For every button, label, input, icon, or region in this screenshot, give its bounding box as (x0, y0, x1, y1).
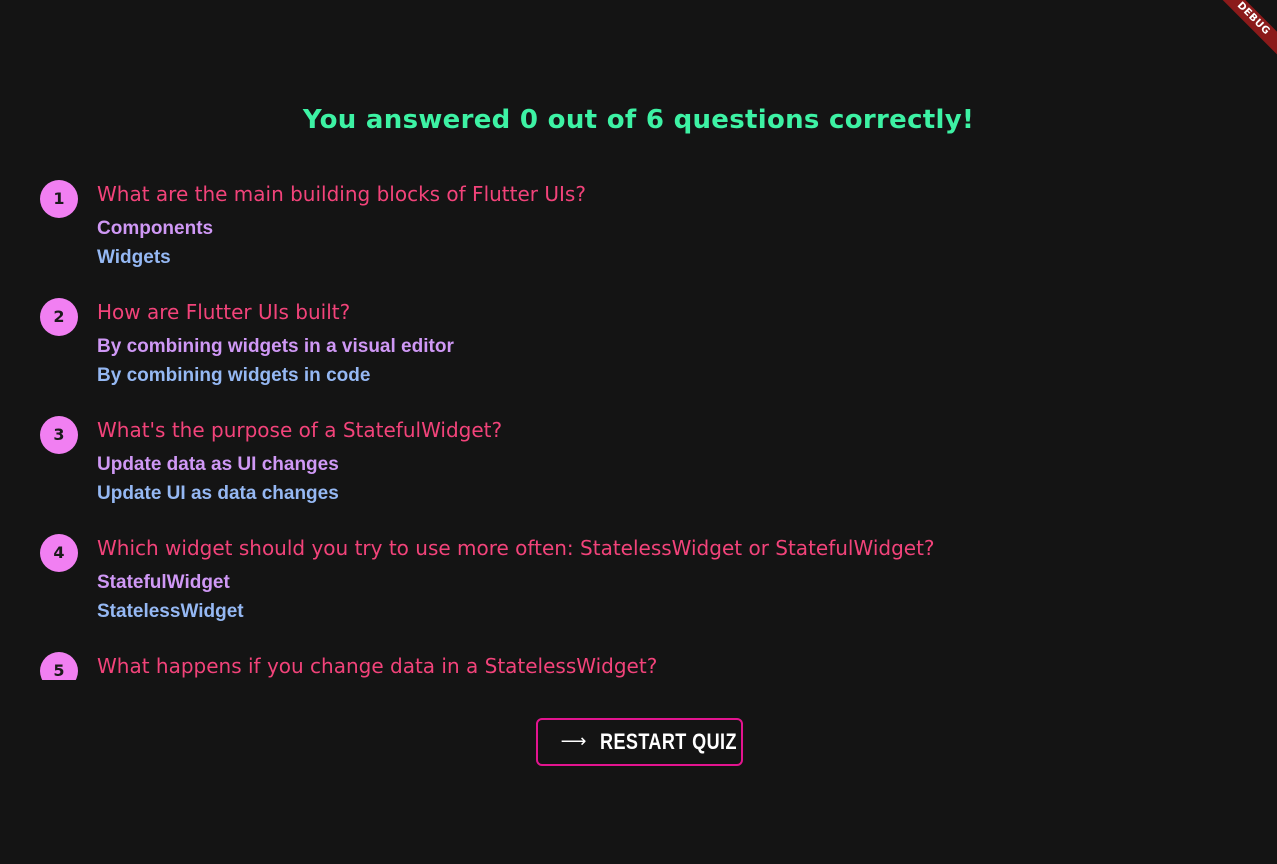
question-number-badge: 5 (40, 652, 78, 680)
correct-answer: Update UI as data changes (97, 483, 339, 504)
questions-summary-list[interactable]: 1 What are the main building blocks of F… (40, 178, 1260, 680)
question-summary-item: 1 What are the main building blocks of F… (40, 178, 1260, 296)
question-text: How are Flutter UIs built? (97, 300, 351, 324)
question-text: What are the main building blocks of Flu… (97, 182, 586, 206)
question-number-badge: 3 (40, 416, 78, 454)
question-summary-item: 2 How are Flutter UIs built? By combinin… (40, 296, 1260, 414)
question-number-badge: 2 (40, 298, 78, 336)
debug-label: DEBUG (1217, 0, 1277, 60)
user-answer: Components (97, 218, 214, 239)
user-answer: Update data as UI changes (97, 454, 339, 475)
restart-quiz-button[interactable]: ⟶ RESTART QUIZ (536, 718, 743, 766)
user-answer: By combining widgets in a visual editor (97, 336, 454, 357)
question-summary-item: 4 Which widget should you try to use mor… (40, 532, 1260, 650)
restart-quiz-label: RESTART QUIZ (600, 729, 738, 754)
question-summary-item: 5 What happens if you change data in a S… (40, 650, 1260, 680)
debug-banner: DEBUG (1217, 0, 1277, 60)
results-summary-title: You answered 0 out of 6 questions correc… (302, 105, 975, 135)
question-summary-item: 3 What's the purpose of a StatefulWidget… (40, 414, 1260, 532)
question-text: What's the purpose of a StatefulWidget? (97, 418, 503, 442)
correct-answer: By combining widgets in code (97, 365, 371, 386)
question-number-badge: 1 (40, 180, 78, 218)
correct-answer: StatelessWidget (97, 601, 244, 622)
question-text: Which widget should you try to use more … (97, 536, 935, 560)
arrow-right-icon: ⟶ (560, 731, 587, 752)
user-answer: StatefulWidget (97, 572, 230, 593)
question-number-badge: 4 (40, 534, 78, 572)
question-text: What happens if you change data in a Sta… (97, 654, 658, 678)
correct-answer: Widgets (97, 247, 171, 268)
